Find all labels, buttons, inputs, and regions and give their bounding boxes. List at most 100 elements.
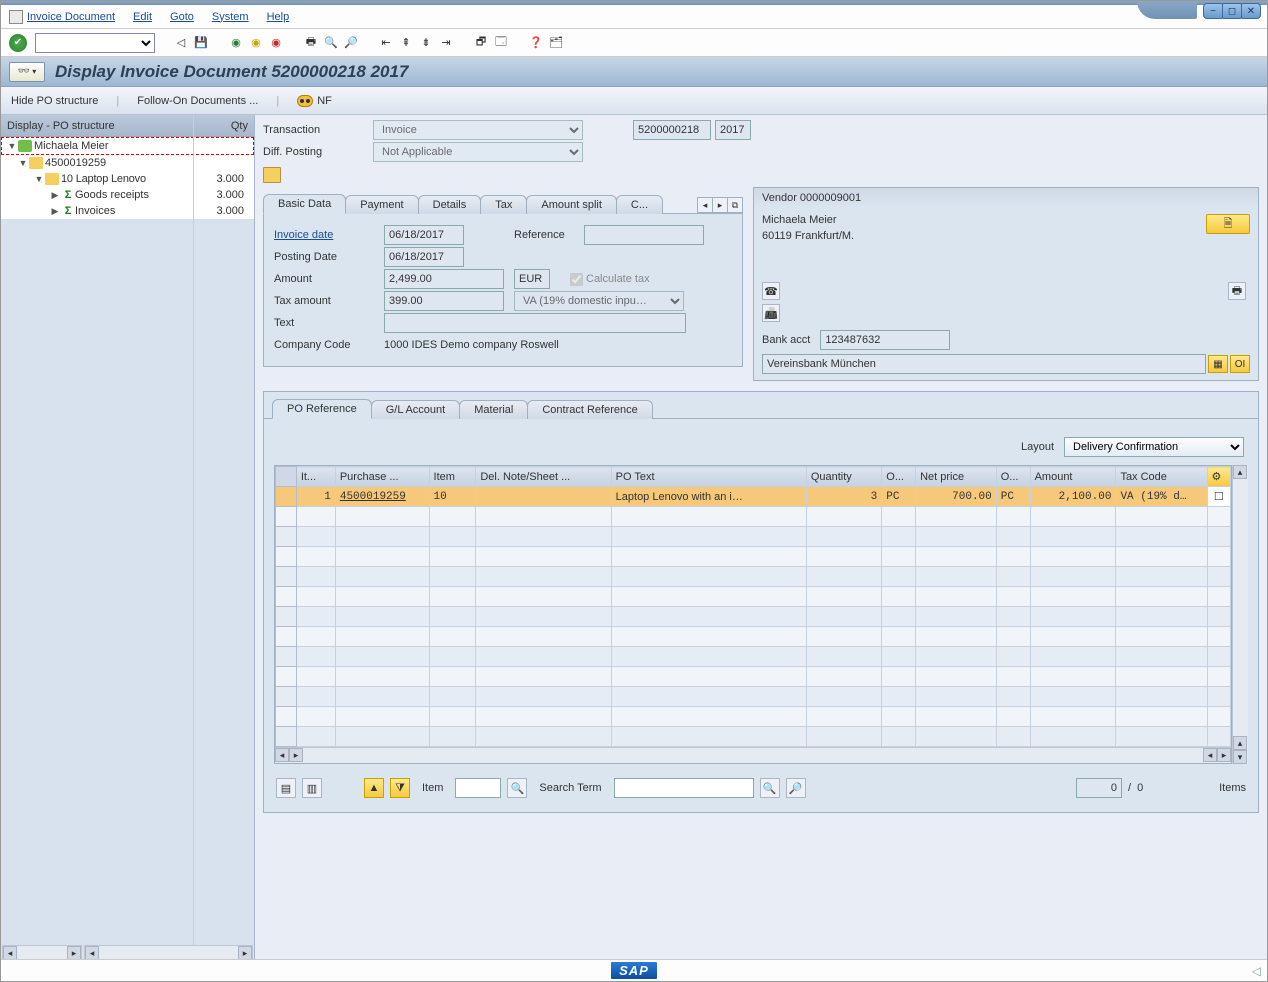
vendor-fax-icon[interactable]: 📠 xyxy=(762,304,780,322)
col-config-icon[interactable]: ⚙ xyxy=(1207,467,1231,487)
grid-scroll-up-icon[interactable]: ▴ xyxy=(1233,465,1247,479)
col-o1[interactable]: O... xyxy=(882,467,916,487)
col-deln[interactable]: Del. Note/Sheet ... xyxy=(476,467,611,487)
back-icon[interactable]: ◁ xyxy=(172,34,190,52)
search-icon[interactable]: 🔍 xyxy=(760,778,780,798)
tab-tax[interactable]: Tax xyxy=(480,195,527,214)
menu-invoice-document[interactable]: Invoice Document xyxy=(27,11,115,23)
col-potext[interactable]: PO Text xyxy=(611,467,806,487)
save-icon[interactable]: 💾 xyxy=(192,34,210,52)
tab-amount-split[interactable]: Amount split xyxy=(526,195,617,214)
window-close-button[interactable]: ✕ xyxy=(1241,3,1261,19)
item-number-input[interactable] xyxy=(455,778,501,798)
row-selector-header[interactable] xyxy=(276,467,297,487)
tab-details[interactable]: Details xyxy=(418,195,482,214)
col-net[interactable]: Net price xyxy=(916,467,997,487)
tree-row-vendor[interactable]: ▼ Michaela Meier xyxy=(1,137,254,155)
select-all-icon[interactable]: ▤ xyxy=(276,778,296,798)
titlebar-toggles[interactable]: 👓 ▾ xyxy=(9,62,45,82)
grid-scroll-down-icon[interactable]: ▾ xyxy=(1233,750,1247,764)
invoice-date-label[interactable]: Invoice date xyxy=(274,229,384,241)
hide-po-structure-link[interactable]: Hide PO structure xyxy=(11,95,98,107)
prev-page-icon[interactable]: ⇞ xyxy=(397,34,415,52)
grid-scroll-right2-icon[interactable]: ▸ xyxy=(1217,748,1231,762)
tree-row-gr[interactable]: ▶ Σ Goods receipts 3.000 xyxy=(1,187,254,203)
tree-row-po[interactable]: ▼ 4500019259 xyxy=(1,155,254,171)
new-session-icon[interactable]: 🗗 xyxy=(472,34,490,52)
tree-twisty-icon[interactable]: ▶ xyxy=(49,190,61,201)
nf-button[interactable]: NF xyxy=(297,95,332,107)
grid-hscroll[interactable]: ◂ ▸ ◂ ▸ xyxy=(275,747,1231,763)
search-term-input[interactable] xyxy=(614,778,754,798)
tree-row-item[interactable]: ▼ 10 Laptop Lenovo 3.000 xyxy=(1,171,254,187)
search-next-icon[interactable]: 🔎 xyxy=(786,778,806,798)
tree-row-inv[interactable]: ▶ Σ Invoices 3.000 xyxy=(1,203,254,219)
col-o2[interactable]: O... xyxy=(996,467,1030,487)
oi-button[interactable]: OI xyxy=(1230,355,1250,373)
grid-scroll-left-icon[interactable]: ◂ xyxy=(275,748,289,762)
cancel-icon[interactable]: ◉ xyxy=(267,34,285,52)
menu-help[interactable]: Help xyxy=(267,11,290,23)
menu-edit[interactable]: Edit xyxy=(133,11,152,23)
tab-material[interactable]: Material xyxy=(459,400,528,419)
command-field[interactable] xyxy=(35,33,155,53)
sort-asc-icon[interactable]: ▲ xyxy=(364,778,384,798)
vendor-print-icon[interactable]: 🖶 xyxy=(1228,282,1246,300)
exit-icon[interactable]: ◉ xyxy=(247,34,265,52)
tab-scroll-left-icon[interactable]: ◂ xyxy=(697,197,713,213)
follow-on-documents-link[interactable]: Follow-On Documents ... xyxy=(137,95,258,107)
tab-gl-account[interactable]: G/L Account xyxy=(371,400,461,419)
col-amount[interactable]: Amount xyxy=(1030,467,1116,487)
grid-scroll-up2-icon[interactable]: ▴ xyxy=(1233,736,1247,750)
item-find-icon[interactable]: 🔍 xyxy=(507,778,527,798)
tree-twisty-icon[interactable]: ▼ xyxy=(6,141,18,151)
col-qty[interactable]: Quantity xyxy=(806,467,881,487)
cell-tax[interactable]: VA (19% d… xyxy=(1116,487,1207,507)
tab-po-reference[interactable]: PO Reference xyxy=(272,399,372,419)
help-icon[interactable]: ❓ xyxy=(527,34,545,52)
tab-contract-reference[interactable]: Contract Reference xyxy=(527,400,652,419)
tab-payment[interactable]: Payment xyxy=(345,195,418,214)
deselect-all-icon[interactable]: ▥ xyxy=(302,778,322,798)
tree-twisty-icon[interactable]: ▼ xyxy=(33,174,45,184)
window-minimize-button[interactable]: − xyxy=(1203,3,1223,19)
collapse-header-icon[interactable] xyxy=(263,167,281,183)
col-tax[interactable]: Tax Code xyxy=(1116,467,1207,487)
col-po[interactable]: Purchase ... xyxy=(335,467,429,487)
back-green-icon[interactable]: ◉ xyxy=(227,34,245,52)
filter-icon[interactable]: ⧩ xyxy=(390,778,410,798)
shortcut-icon[interactable]: 🗔 xyxy=(492,34,510,52)
scroll-left-icon[interactable]: ◂ xyxy=(85,946,99,960)
tab-more[interactable]: C... xyxy=(616,195,663,214)
enter-button[interactable]: ✔ xyxy=(9,34,27,52)
grid-scroll-left2-icon[interactable]: ◂ xyxy=(1203,748,1217,762)
print-icon[interactable]: 🖶 xyxy=(302,34,320,52)
find-icon[interactable]: 🔍 xyxy=(322,34,340,52)
layout-select[interactable]: Delivery Confirmation xyxy=(1064,437,1244,457)
tab-basic-data[interactable]: Basic Data xyxy=(263,194,346,214)
last-page-icon[interactable]: ⇥ xyxy=(437,34,455,52)
layout-icon[interactable]: 🗂 xyxy=(547,34,565,52)
vendor-phone-icon[interactable]: ☎ xyxy=(762,282,780,300)
col-it[interactable]: It... xyxy=(296,467,335,487)
grid-row-1[interactable]: 1 4500019259 10 Laptop Lenovo with an i…… xyxy=(276,487,1231,507)
tree-twisty-icon[interactable]: ▶ xyxy=(49,206,61,217)
bank-grid-button[interactable]: ▦ xyxy=(1208,355,1228,373)
cell-check[interactable]: ☐ xyxy=(1207,487,1231,507)
tab-list-icon[interactable]: ⧉ xyxy=(727,197,743,213)
grid-scroll-right-icon[interactable]: ▸ xyxy=(289,748,303,762)
status-arrow-icon[interactable]: ◁ xyxy=(1252,964,1261,978)
scroll-right-icon[interactable]: ▸ xyxy=(67,946,81,960)
next-page-icon[interactable]: ⇟ xyxy=(417,34,435,52)
vendor-display-button[interactable]: 🗎 xyxy=(1206,214,1250,234)
window-maximize-button[interactable]: ◻ xyxy=(1222,3,1242,19)
tree-twisty-icon[interactable]: ▼ xyxy=(17,158,29,168)
tab-scroll-right-icon[interactable]: ▸ xyxy=(712,197,728,213)
menu-app-icon[interactable] xyxy=(9,10,23,24)
find-next-icon[interactable]: 🔎 xyxy=(342,34,360,52)
first-page-icon[interactable]: ⇤ xyxy=(377,34,395,52)
scroll-left-icon[interactable]: ◂ xyxy=(3,946,17,960)
scroll-right-icon[interactable]: ▸ xyxy=(238,946,252,960)
col-item[interactable]: Item xyxy=(429,467,476,487)
menu-goto[interactable]: Goto xyxy=(170,11,194,23)
